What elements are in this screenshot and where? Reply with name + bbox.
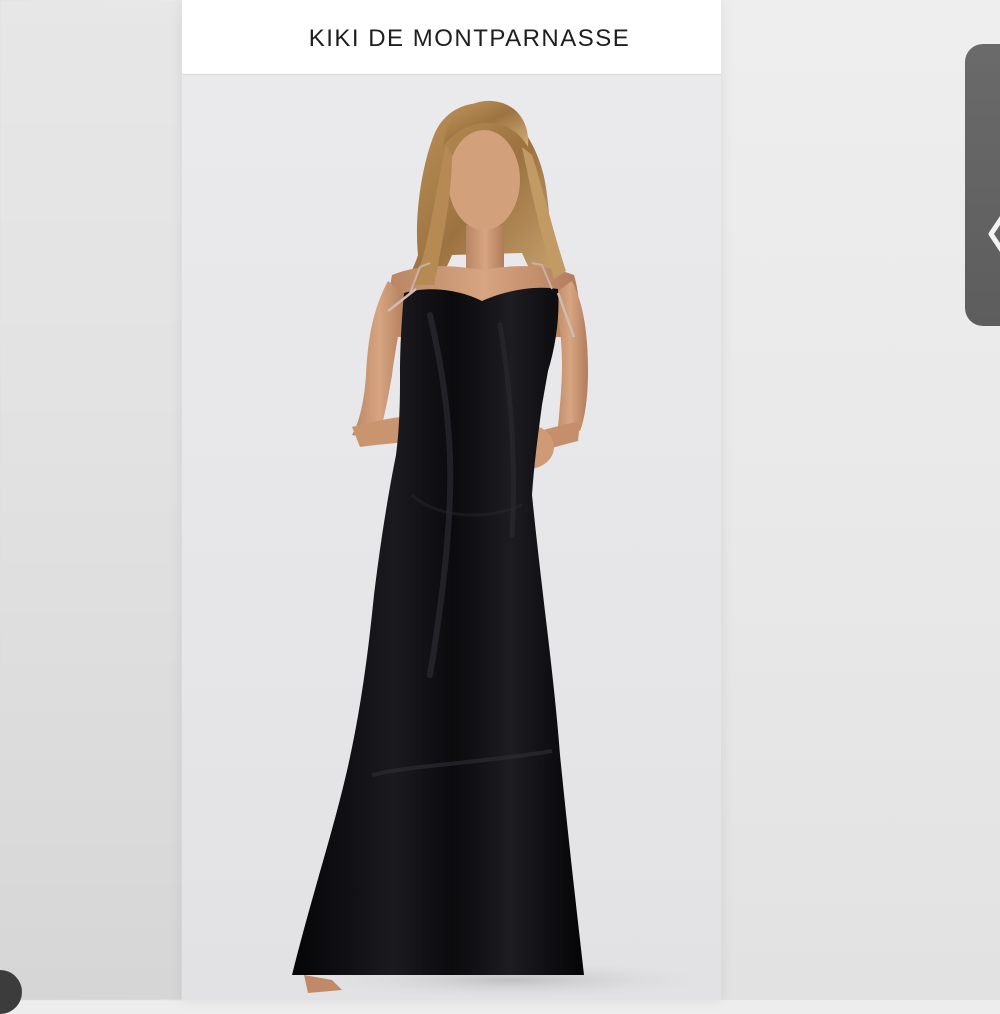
card-header: KIKI DE MONTPARNASSE	[182, 0, 721, 75]
brand-name: KIKI DE MONTPARNASSE	[308, 25, 631, 52]
product-photo[interactable]	[182, 75, 721, 1000]
chevron-left-icon	[988, 215, 1000, 253]
next-card-preview[interactable]	[965, 44, 1000, 326]
product-card: KIKI DE MONTPARNASSE	[182, 0, 721, 1000]
model-in-black-satin-slip-dress-image	[282, 100, 721, 1000]
blurred-background-left	[0, 0, 182, 1000]
blurred-background-right	[721, 0, 1000, 1000]
